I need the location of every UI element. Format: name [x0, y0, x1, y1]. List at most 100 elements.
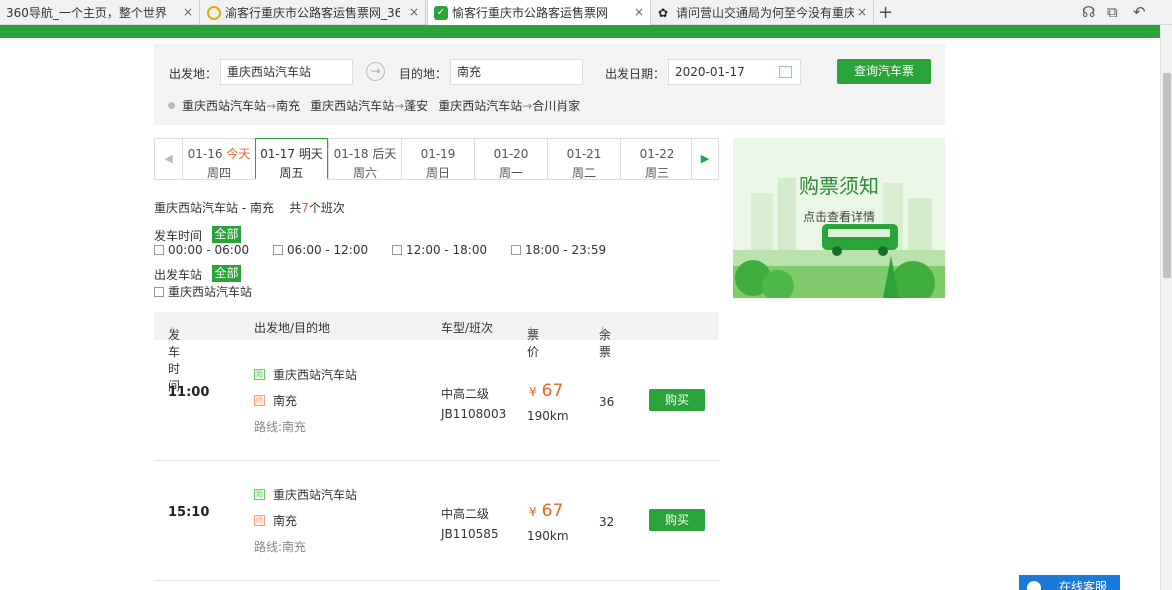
depart-time-filter-label: 发车时间 [154, 229, 203, 243]
route-summary: 重庆西站汽车站 - 南充 共7个班次 [154, 201, 345, 215]
to-label: 目的地： [399, 67, 448, 81]
col-route: 出发地/目的地 [254, 321, 331, 335]
station-filter-all-button[interactable]: 全部 [212, 265, 241, 282]
sort-down-icon: ↓ [527, 326, 535, 336]
tab-close-icon[interactable]: × [183, 5, 193, 19]
to-input[interactable]: 南充 [450, 59, 583, 85]
date-tab-0117[interactable]: 01-17 明天 周五 [255, 138, 328, 180]
trip-count: 7 [301, 201, 309, 215]
date-tab-0122[interactable]: 01-22 周三 [620, 139, 693, 180]
banner-title: 购票须知 [799, 174, 879, 198]
tickets-left: 36 [599, 395, 615, 409]
history-item[interactable]: 重庆西站汽车站→合川肖家 [438, 97, 580, 114]
checkbox[interactable] [273, 245, 283, 255]
swap-arrow-icon[interactable]: → [366, 62, 385, 81]
checkbox[interactable] [154, 286, 164, 297]
forum-favicon-icon: ✿ [658, 5, 669, 20]
new-tab-button[interactable]: + [878, 2, 893, 23]
banner-subtitle: 点击查看详情 [802, 210, 875, 224]
history-item[interactable]: 重庆西站汽车站→蓬安 [310, 97, 428, 114]
undo-icon[interactable]: ↶ [1133, 3, 1146, 21]
tab-close-icon[interactable]: × [634, 5, 644, 19]
browser-tab-yukexing-36[interactable]: 渝客行重庆市公路客运售票网_36 × [201, 0, 426, 25]
from-station: 始重庆西站汽车站 [254, 368, 358, 382]
date-value: 2020-01-17 [675, 65, 745, 79]
end-station-icon: 终 [254, 395, 265, 406]
ticket-price: ¥67 [529, 501, 564, 521]
headphones-icon[interactable]: ☊ [1082, 3, 1095, 21]
time-filter-option[interactable]: 12:00 - 18:00 [392, 243, 487, 257]
table-row: 11:00 始重庆西站汽车站 终南充 路线:南充 中高二级 JB1108003 … [154, 341, 719, 461]
date-tab-0121[interactable]: 01-21 周二 [547, 139, 620, 180]
browser-tab-yingshan[interactable]: ✿ 请问营山交通局为何至今没有重庆 × [652, 0, 874, 25]
to-station: 终南充 [254, 514, 298, 528]
buy-button[interactable]: 购买 [649, 389, 705, 411]
date-tab-0118[interactable]: 01-18 后天 周六 [328, 139, 401, 180]
360-search-icon [207, 5, 221, 20]
search-history: 重庆西站汽车站→南充 重庆西站汽车站→蓬安 重庆西站汽车站→合川肖家 [168, 97, 590, 114]
checkbox[interactable] [154, 245, 164, 255]
purchase-notice-banner[interactable]: 购票须知 点击查看详情 [733, 138, 945, 298]
depart-station-filter-label: 出发车站 [154, 268, 203, 282]
ticket-price: ¥67 [529, 381, 564, 401]
browser-tab-yukexing-active[interactable]: ✓ 愉客行重庆市公路客运售票网 × [427, 0, 651, 25]
site-nav-strip [0, 25, 1160, 38]
checkbox[interactable] [511, 245, 521, 255]
col-bus-type: 车型/班次 [441, 321, 494, 335]
date-tab-0119[interactable]: 01-19 周日 [401, 139, 474, 180]
depart-time: 15:10 [168, 505, 210, 520]
distance: 190km [527, 529, 569, 543]
trip-code: JB1108003 [441, 407, 507, 421]
chat-icon [1027, 581, 1041, 590]
date-input[interactable]: 2020-01-17 [668, 59, 801, 85]
depart-time: 11:00 [168, 385, 210, 400]
browser-tab-bar: 360导航_一个主页，整个世界 × 渝客行重庆市公路客运售票网_36 × ✓ 愉… [0, 0, 1172, 25]
time-filter-all-button[interactable]: 全部 [212, 226, 241, 243]
tab-title: 渝客行重庆市公路客运售票网_36 [225, 6, 400, 20]
time-filter-option[interactable]: 18:00 - 23:59 [511, 243, 606, 257]
scrollbar-thumb[interactable] [1163, 73, 1171, 278]
next-date-arrow-icon[interactable]: ▶ [691, 139, 718, 179]
from-station: 始重庆西站汽车站 [254, 488, 358, 502]
tickets-left: 32 [599, 515, 615, 529]
distance: 190km [527, 409, 569, 423]
from-input[interactable]: 重庆西站汽车站 [220, 59, 353, 85]
to-station: 终南充 [254, 394, 298, 408]
station-filter-option[interactable]: 重庆西站汽车站 [154, 283, 252, 300]
date-tab-0120[interactable]: 01-20 周一 [474, 139, 547, 180]
tab-close-icon[interactable]: × [409, 5, 419, 19]
tab-title: 愉客行重庆市公路客运售票网 [452, 6, 609, 20]
yukexing-favicon-icon: ✓ [434, 5, 448, 20]
tab-title: 请问营山交通局为何至今没有重庆 [676, 6, 854, 20]
online-service-button[interactable]: 在线客服 [1019, 575, 1120, 590]
date-tabs: ◀ 01-16 今天 周四 01-17 明天 周五 01-18 后天 周六 01… [154, 138, 719, 180]
from-label: 出发地： [169, 67, 218, 81]
time-filter-option[interactable]: 00:00 - 06:00 [154, 243, 249, 257]
date-tab-0116[interactable]: 01-16 今天 周四 [182, 139, 255, 180]
sort-down-icon: ↓ [168, 326, 176, 336]
buy-button[interactable]: 购买 [649, 509, 705, 531]
history-bullet-icon [168, 102, 175, 109]
search-panel: 出发地： 重庆西站汽车站 → 目的地： 南充 出发日期： 2020-01-17 … [154, 44, 945, 125]
end-station-icon: 终 [254, 515, 265, 526]
tab-close-icon[interactable]: × [857, 5, 867, 19]
route-via: 路线:南充 [254, 420, 307, 434]
checkbox[interactable] [392, 245, 402, 255]
date-label: 出发日期： [605, 67, 666, 81]
trip-code: JB110585 [441, 527, 499, 541]
query-button[interactable]: 查询汽车票 [837, 59, 931, 84]
vertical-scrollbar[interactable] [1160, 25, 1172, 590]
bus-class: 中高二级 [441, 387, 490, 401]
time-filter-option[interactable]: 06:00 - 12:00 [273, 243, 368, 257]
start-station-icon: 始 [254, 369, 265, 380]
start-station-icon: 始 [254, 489, 265, 500]
sort-down-icon: ↓ [599, 326, 607, 336]
schedule-table-header: 发车时间 ↓ 出发地/目的地 车型/班次 票价 ↓ 余票 ↓ [154, 312, 719, 393]
browser-tab-360nav[interactable]: 360导航_一个主页，整个世界 × [0, 0, 200, 25]
calendar-icon[interactable] [779, 66, 792, 78]
history-item[interactable]: 重庆西站汽车站→南充 [182, 97, 300, 114]
restore-tabs-icon[interactable]: ⧉ [1107, 3, 1118, 21]
prev-date-arrow-icon[interactable]: ◀ [155, 139, 182, 179]
bus-class: 中高二级 [441, 507, 490, 521]
route-via: 路线:南充 [254, 540, 307, 554]
